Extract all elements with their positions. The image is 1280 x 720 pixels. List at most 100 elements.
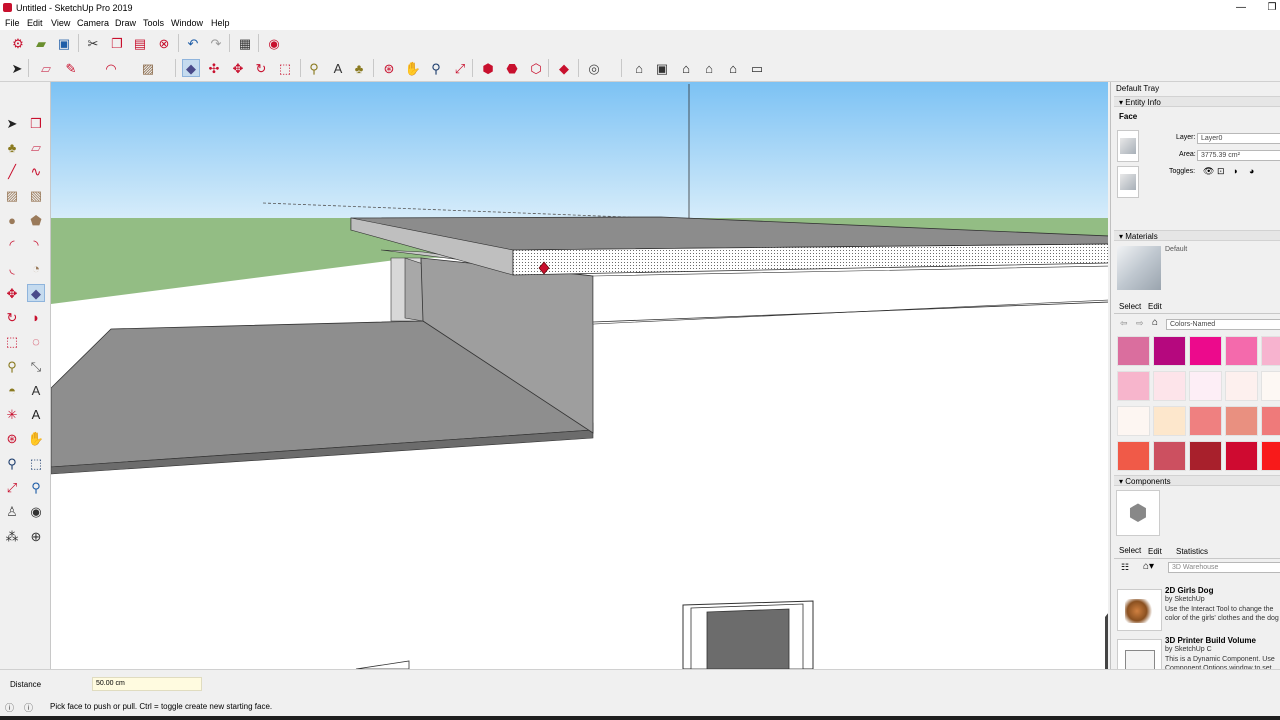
extension-warehouse-icon[interactable]: ⬣ [503,59,521,77]
polygon-tool-icon[interactable]: ⬟ [27,211,45,229]
select-tool-icon[interactable]: ➤ [3,114,21,132]
restore-button[interactable]: ❐ [1257,0,1280,16]
tape-measure-icon[interactable]: ⚲ [305,59,323,77]
two-point-arc-icon[interactable]: ◝ [27,236,45,254]
warehouse-search-input[interactable]: 3D Warehouse [1168,562,1280,573]
previous-view-icon[interactable]: ⚲ [27,479,45,497]
front-material-thumb[interactable] [1117,130,1139,162]
modeling-viewport[interactable] [50,82,1108,669]
move-tool-icon[interactable]: ✥ [3,284,21,302]
material-swatch[interactable] [1117,371,1150,401]
pan-tool-icon[interactable]: ✋ [27,430,45,448]
pencil-icon[interactable]: ✎ [62,59,80,77]
menu-tools[interactable]: Tools [143,16,164,30]
rotate-tool-icon[interactable]: ↻ [3,308,21,326]
entity-info-header[interactable]: ▾ Entity Info [1114,96,1280,107]
material-swatch[interactable] [1117,441,1150,471]
menu-window[interactable]: Window [171,16,203,30]
geo-location-icon[interactable]: ⓘ [5,701,14,714]
push-pull-tool-icon[interactable]: ◆ [27,284,45,303]
material-swatch[interactable] [1153,406,1186,436]
paint-bucket-icon[interactable]: ♣ [350,59,368,77]
scene-drawing[interactable] [51,82,1108,669]
scale-tool-icon[interactable]: ⬚ [3,333,21,351]
3d-text-icon[interactable]: A [27,406,45,424]
cut-icon[interactable]: ✂ [84,34,102,52]
section-plane-icon[interactable]: ⊕ [27,527,45,545]
components-tab-select[interactable]: Select [1119,545,1141,556]
make-component-icon[interactable]: ❒ [27,114,45,132]
zoom-extents-tool-icon[interactable]: ⤢ [3,479,21,497]
open-icon[interactable]: ▰ [32,34,50,52]
back-material-thumb[interactable] [1117,166,1139,198]
materials-tab-select[interactable]: Select [1119,301,1141,312]
arc-icon[interactable]: ◠ [102,59,120,77]
pan-icon[interactable]: ✋ [404,59,422,77]
warehouse-icon[interactable]: ⬢ [479,59,497,77]
copy-icon[interactable]: ❐ [108,34,126,52]
ruby-icon[interactable]: ◆ [555,59,573,77]
rectangle-tool-icon[interactable]: ▨ [3,187,21,205]
menu-help[interactable]: Help [211,16,230,30]
top-view-icon[interactable]: ▣ [653,59,671,77]
follow-me-icon[interactable]: ◗ [27,308,45,326]
component-item[interactable]: 2D Girls Dog by SketchUp Use the Interac… [1114,586,1280,634]
rotate-icon[interactable]: ↻ [252,59,270,77]
select-icon[interactable]: ➤ [8,59,26,77]
measurements-input[interactable]: 50.00 cm [92,677,202,691]
menu-draw[interactable]: Draw [115,16,136,30]
lock-icon[interactable]: ⊡ [1217,166,1225,177]
rectangle-icon[interactable]: ▨ [139,59,157,77]
component-item[interactable]: 3D Printer Build Volume by SketchUp C Th… [1114,636,1280,669]
left-view-icon[interactable]: ▭ [748,59,766,77]
zoom-tool-icon[interactable]: ⚲ [3,454,21,472]
getting-started-icon[interactable]: ⚙ [9,34,27,52]
back-view-icon[interactable]: ⌂ [724,59,742,77]
text-icon[interactable]: A [329,59,347,77]
material-swatch[interactable] [1225,371,1258,401]
share-model-icon[interactable]: ⬡ [527,59,545,77]
orbit-tool-icon[interactable]: ⊛ [3,430,21,448]
line-tool-icon[interactable]: ╱ [3,163,21,181]
material-swatch[interactable] [1189,406,1222,436]
print-icon[interactable]: ▦ [236,34,254,52]
paint-tool-icon[interactable]: ♣ [3,138,21,156]
material-swatch[interactable] [1153,371,1186,401]
layer-select[interactable]: Layer0 [1197,133,1280,144]
axes-tool-icon[interactable]: ✳ [3,406,21,424]
zoom-icon[interactable]: ⚲ [427,59,445,77]
undo-icon[interactable]: ↶ [184,34,202,52]
material-swatch[interactable] [1189,336,1222,366]
paste-icon[interactable]: ▤ [131,34,149,52]
move2-icon[interactable]: ✥ [229,59,247,77]
material-swatch[interactable] [1153,441,1186,471]
components-tab-statistics[interactable]: Statistics [1176,546,1208,557]
material-swatch[interactable] [1261,336,1280,366]
redo-icon[interactable]: ↷ [207,34,225,52]
visibility-icon[interactable]: 👁 [1203,166,1214,177]
eraser-icon[interactable]: ▱ [37,59,55,77]
circle-tool-icon[interactable]: ● [3,211,21,229]
components-tab-edit[interactable]: Edit [1148,546,1162,557]
material-swatch[interactable] [1117,406,1150,436]
materials-tab-edit[interactable]: Edit [1148,301,1162,312]
walk-icon[interactable]: ⁂ [3,527,21,545]
menu-file[interactable]: File [5,16,20,30]
material-swatch[interactable] [1225,406,1258,436]
pie-tool-icon[interactable]: ◔ [27,260,45,278]
right-view-icon[interactable]: ⌂ [700,59,718,77]
iso-view-icon[interactable]: ⌂ [630,59,648,77]
front-view-icon[interactable]: ⌂ [677,59,695,77]
home-icon[interactable]: ⌂ [1152,317,1158,328]
account-icon[interactable]: ◎ [585,59,603,77]
freehand-tool-icon[interactable]: ∿ [27,163,45,181]
menu-view[interactable]: View [51,16,70,30]
zoom-extents-icon[interactable]: ⤢ [451,59,469,77]
zoom-window-icon[interactable]: ⬚ [27,454,45,472]
forward-arrow-icon[interactable]: ⇨ [1136,318,1144,329]
material-swatch[interactable] [1261,406,1280,436]
material-swatch[interactable] [1225,441,1258,471]
move-icon[interactable]: ✣ [205,59,223,77]
orbit-icon[interactable]: ⊛ [380,59,398,77]
instructor-icon[interactable]: ⓘ [24,701,33,714]
